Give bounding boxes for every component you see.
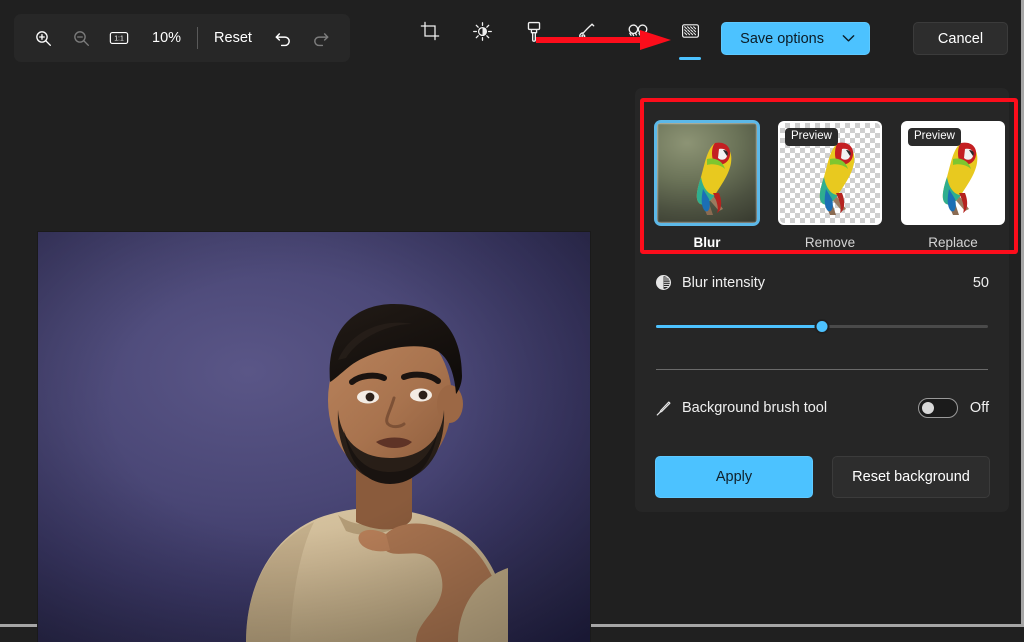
- tool-blur-faces[interactable]: [618, 16, 658, 60]
- background-option-blur[interactable]: Blur: [655, 121, 759, 250]
- background-option-blur-thumbnail[interactable]: [655, 121, 759, 225]
- preview-badge: Preview: [908, 128, 961, 147]
- tool-markup[interactable]: [514, 16, 554, 60]
- background-option-remove-label: Remove: [804, 235, 856, 250]
- tool-selected-indicator: [679, 57, 701, 60]
- chevron-down-icon: [842, 34, 855, 43]
- panel-actions: Apply Reset background: [655, 456, 990, 498]
- background-option-remove-thumbnail[interactable]: Preview: [778, 121, 882, 225]
- svg-text:1:1: 1:1: [114, 36, 124, 43]
- background-mode-options: Blur Preview Remove Preview Replace: [655, 121, 1005, 250]
- background-option-replace-label: Replace: [928, 235, 978, 250]
- zoom-in-icon[interactable]: [24, 19, 62, 57]
- edited-photo[interactable]: [38, 232, 590, 642]
- panel-divider: [656, 369, 988, 370]
- zoom-level-label: 10%: [152, 30, 182, 46]
- save-options-label: Save options: [740, 30, 824, 47]
- actual-size-icon[interactable]: 1:1: [100, 19, 138, 57]
- tool-adjustment[interactable]: [462, 16, 502, 60]
- reset-zoom-button[interactable]: Reset: [202, 22, 264, 54]
- preview-badge: Preview: [785, 128, 838, 147]
- blur-intensity-value: 50: [972, 274, 989, 291]
- tool-generative-erase[interactable]: [566, 16, 606, 60]
- background-brush-row: Background brush tool Off: [655, 398, 989, 418]
- editing-tools-group: [410, 16, 710, 60]
- toggle-knob: [921, 402, 934, 414]
- zoom-out-icon[interactable]: [62, 19, 100, 57]
- tool-background[interactable]: [670, 16, 710, 60]
- panel-card: Blur Preview Remove Preview Replace Blur…: [635, 88, 1009, 512]
- blur-intensity-slider[interactable]: [656, 316, 988, 338]
- brush-pen-icon: [655, 400, 672, 417]
- redo-icon[interactable]: [302, 19, 340, 57]
- background-options-panel: Blur Preview Remove Preview Replace Blur…: [633, 76, 1021, 624]
- background-brush-state: Off: [969, 400, 989, 416]
- background-option-remove[interactable]: Preview Remove: [778, 121, 882, 250]
- photos-editor-window: 1:1 10% Reset Save options Cancel Blur P…: [0, 0, 1024, 642]
- photo-vignette: [38, 232, 590, 642]
- apply-button[interactable]: Apply: [655, 456, 813, 498]
- blur-intensity-row: Blur intensity 50: [655, 274, 989, 291]
- tool-crop[interactable]: [410, 16, 450, 60]
- undo-icon[interactable]: [264, 19, 302, 57]
- save-options-button[interactable]: Save options: [721, 22, 870, 55]
- background-option-replace-thumbnail[interactable]: Preview: [901, 121, 1005, 225]
- cancel-button[interactable]: Cancel: [913, 22, 1008, 55]
- editor-toolbar: 1:1 10% Reset Save options Cancel: [0, 0, 1021, 76]
- reset-background-button[interactable]: Reset background: [832, 456, 990, 498]
- canvas-area: [0, 76, 633, 642]
- parrot-illustration: [696, 142, 732, 215]
- blur-intensity-label: Blur intensity: [682, 274, 766, 291]
- background-brush-label: Background brush tool: [682, 400, 828, 416]
- toolbar-separator: [197, 27, 199, 49]
- zoom-controls-group: 1:1 10% Reset: [14, 14, 350, 62]
- slider-thumb[interactable]: [814, 319, 830, 334]
- slider-fill: [656, 325, 822, 328]
- background-option-blur-label: Blur: [693, 235, 721, 250]
- blur-intensity-icon: [655, 274, 672, 291]
- background-brush-toggle[interactable]: [917, 398, 958, 418]
- background-option-replace[interactable]: Preview Replace: [901, 121, 1005, 250]
